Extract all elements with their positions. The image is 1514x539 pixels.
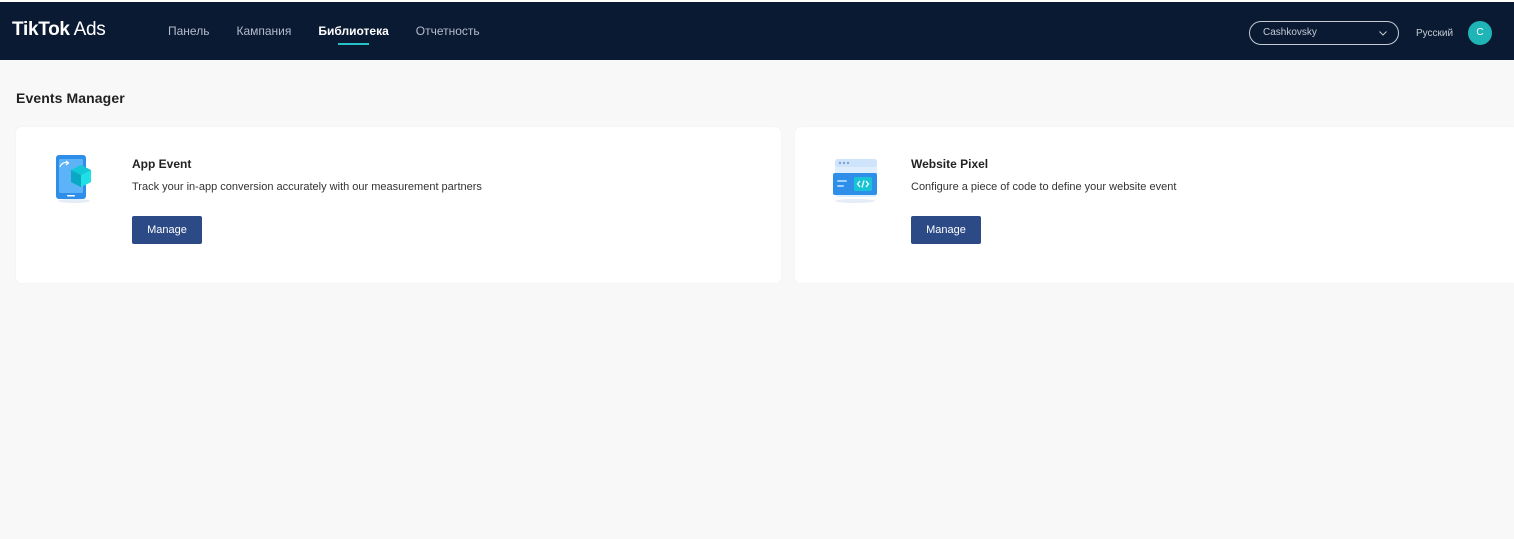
tiktok-ads-logo[interactable]: TikTok Ads [12, 19, 106, 41]
nav-item-label: Отчетность [415, 24, 480, 38]
card-description: Track your in-app conversion accurately … [132, 181, 482, 193]
main-nav: Панель Кампания Библиотека Отчетность [168, 24, 507, 45]
account-name: Cashkovsky [1263, 27, 1317, 38]
chevron-down-icon [1379, 31, 1387, 36]
website-pixel-card: Website Pixel Configure a piece of code … [795, 127, 1514, 283]
nav-item-panel[interactable]: Панель [168, 24, 209, 38]
logo-bold-text: TikTok [12, 19, 70, 40]
nav-item-campaign[interactable]: Кампания [236, 24, 291, 38]
manage-website-pixel-button[interactable]: Manage [911, 216, 981, 244]
nav-item-library[interactable]: Библиотека [318, 24, 389, 45]
website-pixel-icon [833, 159, 877, 203]
card-title: App Event [132, 157, 192, 171]
card-title: Website Pixel [911, 157, 989, 171]
nav-item-reporting[interactable]: Отчетность [416, 24, 480, 38]
app-event-icon [56, 155, 91, 203]
nav-item-label: Кампания [236, 24, 292, 38]
account-select[interactable]: Cashkovsky [1249, 21, 1399, 45]
avatar[interactable]: C [1468, 21, 1492, 45]
nav-item-label: Библиотека [318, 24, 389, 38]
logo-light-text: Ads [69, 19, 106, 40]
nav-item-label: Панель [168, 24, 210, 38]
manage-app-event-button[interactable]: Manage [132, 216, 202, 244]
app-event-card: App Event Track your in-app conversion a… [16, 127, 781, 283]
page-title: Events Manager [16, 90, 125, 106]
active-tab-indicator [338, 43, 369, 45]
top-navigation-bar: TikTok Ads Панель Кампания Библиотека От… [0, 0, 1514, 60]
language-switcher[interactable]: Русский [1416, 28, 1453, 39]
card-description: Configure a piece of code to define your… [911, 181, 1177, 193]
